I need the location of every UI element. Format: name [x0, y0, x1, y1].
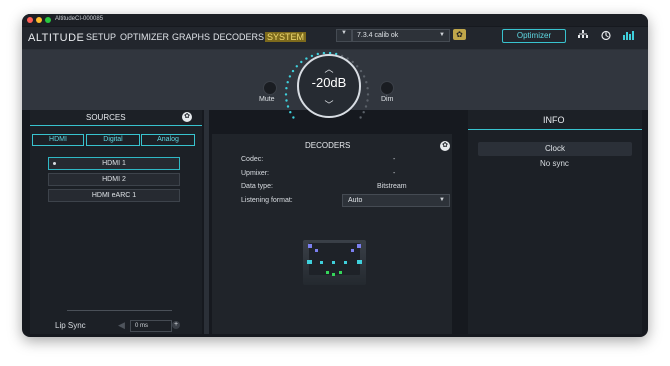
speaker-icon	[339, 271, 342, 274]
app-window: AltitudeCI-000085 ALTITUDE SETUP OPTIMIZ…	[22, 14, 648, 337]
listening-format-label: Listening format:	[241, 197, 293, 204]
menu-optimizer[interactable]: OPTIMIZER	[120, 32, 169, 42]
optimizer-button[interactable]: Optimizer	[502, 29, 566, 43]
title-bar: AltitudeCI-000085	[22, 14, 648, 26]
volume-level-dot	[366, 99, 369, 102]
lipsync-value-field[interactable]: 0 ms	[130, 320, 172, 332]
chevron-down-icon: ▼	[341, 30, 347, 36]
menu-system[interactable]: SYSTEM	[265, 32, 307, 42]
source-dropdown[interactable]: ▼	[336, 29, 352, 42]
volume-level-dot	[286, 81, 289, 84]
listening-format-dropdown[interactable]: Auto ▼	[342, 194, 450, 207]
volume-level-dot	[305, 57, 308, 60]
listening-format-value: Auto	[348, 197, 363, 204]
info-title: INFO	[543, 115, 565, 125]
speaker-icon	[332, 261, 335, 264]
decoders-panel	[212, 134, 452, 334]
preset-settings-gear-icon[interactable]: ✿	[453, 29, 466, 40]
menu-decoders[interactable]: DECODERS	[213, 32, 264, 42]
lipsync-label: Lip Sync	[55, 321, 86, 330]
volume-value: -20dB	[311, 75, 347, 90]
mute-label[interactable]: Mute	[259, 96, 275, 103]
volume-down-icon[interactable]: ﹀	[299, 98, 359, 111]
data-type-value: Bitstream	[377, 183, 407, 190]
dim-knob[interactable]	[380, 81, 394, 95]
volume-level-dot	[292, 116, 295, 119]
speaker-icon	[315, 249, 318, 252]
volume-level-dot	[364, 105, 368, 108]
speaker-icon	[308, 244, 312, 248]
info-divider	[468, 129, 642, 130]
menu-graphs[interactable]: GRAPHS	[172, 32, 210, 42]
volume-level-dot	[365, 81, 368, 84]
speaker-icon	[357, 244, 361, 248]
minimize-window-button[interactable]	[36, 17, 42, 23]
volume-level-dot	[295, 65, 298, 68]
source-item-hdmi-2[interactable]: HDMI 2	[48, 173, 180, 186]
decoders-gear-icon[interactable]: ✿	[440, 141, 450, 151]
data-type-label: Data type:	[241, 183, 273, 190]
volume-level-dot	[359, 69, 363, 73]
volume-level-dot	[366, 93, 370, 96]
clock-row: Clock	[478, 142, 632, 156]
maximize-window-button[interactable]	[45, 17, 51, 23]
source-item-hdmi-earc-1[interactable]: HDMI eARC 1	[48, 189, 180, 202]
volume-level-dot	[288, 75, 292, 78]
lipsync-divider	[67, 310, 172, 311]
source-item-hdmi-1[interactable]: HDMI 1	[48, 157, 180, 170]
source-item-label: HDMI 1	[102, 160, 126, 167]
upmixer-label: Upmixer:	[241, 170, 270, 177]
volume-level-dot	[291, 69, 295, 73]
window-title: AltitudeCI-000085	[55, 16, 104, 22]
tab-analog[interactable]: Analog	[141, 134, 195, 146]
timer-icon[interactable]	[601, 30, 611, 42]
volume-dial[interactable]: ︿ -20dB ﹀	[297, 54, 361, 118]
speaker-icon	[357, 260, 362, 264]
app-logo: ALTITUDE	[28, 32, 85, 44]
speaker-icon	[332, 273, 335, 276]
volume-level-dot	[285, 99, 288, 102]
sources-divider	[30, 125, 202, 126]
sources-gear-icon[interactable]: ✿	[182, 112, 192, 122]
lipsync-increase-icon[interactable]: +	[172, 321, 180, 329]
volume-level-dot	[359, 116, 362, 119]
volume-level-dot	[285, 87, 288, 90]
dim-label[interactable]: Dim	[381, 96, 393, 103]
volume-level-dot	[286, 105, 290, 108]
decoders-title: DECODERS	[305, 141, 351, 150]
mute-knob[interactable]	[263, 81, 277, 95]
volume-level-dot	[362, 75, 366, 78]
clock-status: No sync	[540, 159, 569, 168]
close-window-button[interactable]	[27, 17, 33, 23]
menu-setup[interactable]: SETUP	[86, 32, 116, 42]
speaker-layout-diagram	[303, 240, 366, 285]
volume-level-dot	[362, 111, 365, 114]
speaker-icon	[307, 260, 312, 264]
sources-title: SOURCES	[86, 113, 126, 122]
volume-level-dot	[366, 87, 369, 90]
volume-up-icon[interactable]: ︿	[299, 62, 359, 75]
equalizer-icon[interactable]	[623, 30, 634, 42]
tab-digital[interactable]: Digital	[86, 134, 140, 146]
network-icon[interactable]	[578, 30, 588, 41]
volume-level-dot	[284, 93, 288, 96]
speaker-icon	[344, 261, 347, 264]
volume-level-dot	[289, 111, 292, 114]
volume-level-dot	[310, 54, 314, 58]
lipsync-decrease-icon[interactable]: ◀	[118, 320, 125, 331]
codec-label: Codec:	[241, 156, 264, 163]
sources-scrollbar[interactable]	[204, 110, 209, 334]
preset-dropdown[interactable]: 7.3.4 calib ok ▼	[352, 29, 450, 42]
preset-dropdown-value: 7.3.4 calib ok	[357, 32, 399, 39]
upmixer-value: -	[393, 170, 396, 177]
speaker-icon	[326, 271, 329, 274]
tab-hdmi[interactable]: HDMI	[32, 134, 84, 146]
selected-dot-icon	[53, 162, 56, 165]
speaker-icon	[351, 249, 354, 252]
chevron-down-icon: ▼	[439, 197, 445, 203]
codec-value: -	[393, 156, 396, 163]
chevron-down-icon: ▼	[439, 32, 445, 38]
speaker-icon	[320, 261, 323, 264]
